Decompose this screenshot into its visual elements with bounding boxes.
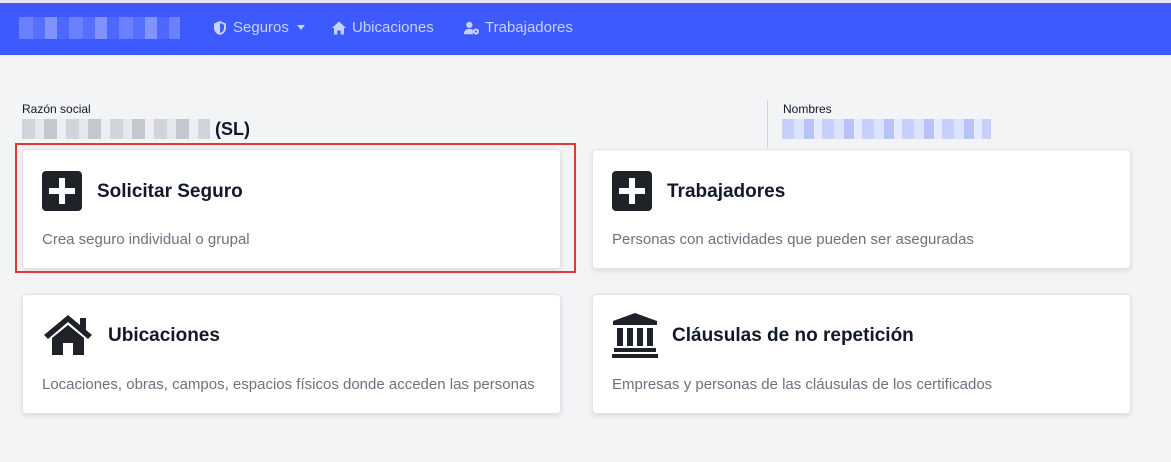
card-clausulas[interactable]: Cláusulas de no repetición Empresas y pe… [592, 294, 1131, 414]
card-title: Trabajadores [667, 181, 786, 202]
nav-ubicaciones-label: Ubicaciones [352, 19, 434, 36]
card-ubicaciones[interactable]: Ubicaciones Locaciones, obras, campos, e… [22, 294, 561, 414]
card-description: Locaciones, obras, campos, espacios físi… [42, 376, 535, 393]
top-navbar: Seguros Ubicaciones Trabajadores [0, 0, 1171, 55]
nav-trabajadores[interactable]: Trabajadores [464, 19, 573, 36]
card-title: Cláusulas de no repetición [672, 325, 914, 346]
card-description: Crea seguro individual o grupal [42, 231, 250, 248]
nav-seguros-label: Seguros [233, 19, 289, 36]
caret-down-icon [296, 25, 305, 30]
shield-icon [214, 20, 226, 35]
razon-social-label: Razón social [22, 102, 91, 116]
card-solicitar-seguro[interactable]: Solicitar Seguro Crea seguro individual … [22, 149, 561, 269]
razon-social-value-redacted [22, 119, 210, 139]
card-description: Empresas y personas de las cláusulas de … [612, 376, 993, 393]
brand-logo[interactable] [19, 17, 180, 39]
plus-square-icon [42, 171, 82, 211]
home-icon [332, 21, 346, 34]
user-gear-icon [464, 21, 480, 35]
nav-seguros[interactable]: Seguros [212, 19, 305, 36]
card-title: Solicitar Seguro [97, 181, 243, 202]
nombres-label: Nombres [783, 102, 832, 116]
razon-social-suffix: (SL) [215, 119, 250, 139]
home-icon [44, 315, 92, 355]
nombres-value-redacted [782, 119, 991, 139]
card-trabajadores[interactable]: Trabajadores Personas con actividades qu… [592, 149, 1131, 269]
plus-square-icon [612, 171, 652, 211]
landmark-icon [612, 313, 658, 358]
info-divider [767, 100, 768, 148]
card-title: Ubicaciones [108, 325, 220, 346]
card-description: Personas con actividades que pueden ser … [612, 231, 974, 248]
nav-trabajadores-label: Trabajadores [485, 19, 573, 36]
nav-ubicaciones[interactable]: Ubicaciones [331, 19, 434, 36]
